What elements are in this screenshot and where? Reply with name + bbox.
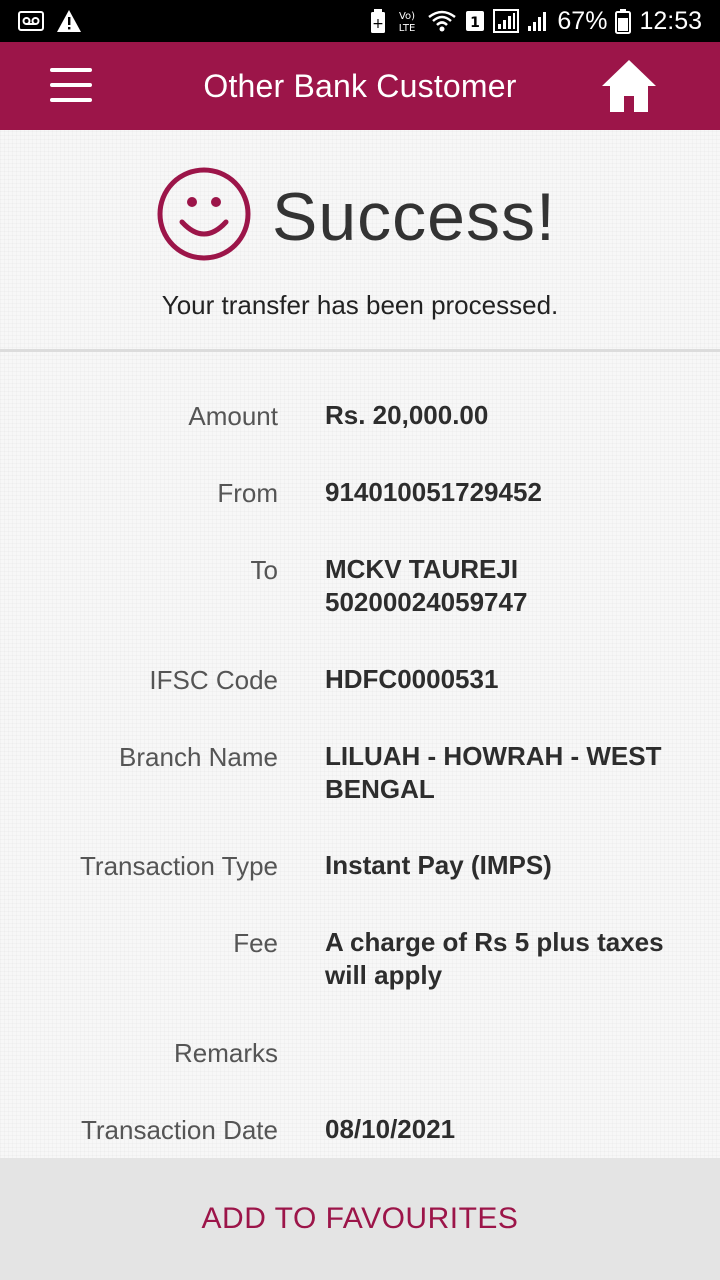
svg-text:LTE: LTE: [399, 23, 416, 34]
detail-value: A charge of Rs 5 plus taxes will apply: [325, 927, 664, 990]
battery-saver-icon: +: [369, 8, 387, 34]
clock: 12:53: [639, 6, 702, 35]
home-icon[interactable]: [600, 58, 658, 114]
detail-value: Instant Pay (IMPS): [325, 850, 552, 880]
detail-label: From: [217, 478, 278, 508]
detail-value: Rs. 20,000.00: [325, 400, 489, 430]
wifi-icon: [427, 9, 457, 33]
hamburger-menu-icon[interactable]: [50, 68, 92, 104]
success-header: Success! Your transfer has been processe…: [0, 130, 720, 350]
sim1-icon: 1: [465, 9, 485, 33]
detail-value: 08/10/2021: [325, 1114, 456, 1144]
voicemail-icon: [18, 10, 44, 32]
detail-label: Branch Name: [119, 742, 278, 772]
svg-text:1: 1: [471, 15, 481, 31]
signal-icon: [493, 9, 520, 33]
svg-text:+: +: [373, 16, 385, 32]
warning-icon: [56, 9, 82, 33]
detail-label: Transaction Type: [80, 851, 278, 881]
add-to-favourites-label: ADD TO FAVOURITES: [201, 1202, 519, 1235]
detail-value: 914010051729452: [325, 477, 542, 507]
detail-label: To: [250, 555, 278, 585]
svg-text:Vo): Vo): [399, 11, 415, 22]
add-to-favourites-button[interactable]: ADD TO FAVOURITES: [0, 1158, 720, 1280]
divider: [0, 349, 720, 352]
success-message: Your transfer has been processed.: [161, 290, 559, 320]
volte-icon: Vo) LTE: [395, 8, 419, 34]
battery-percent: 67%: [557, 6, 608, 35]
detail-label: Remarks: [173, 1038, 278, 1068]
detail-label: Fee: [233, 928, 278, 958]
app-bar: Other Bank Customer: [0, 42, 720, 130]
status-bar: + Vo) LTE 1 67% 12:53: [0, 0, 720, 42]
detail-label: IFSC Code: [149, 665, 278, 695]
success-title: Success!: [272, 179, 556, 255]
detail-value: LILUAH - HOWRAH - WEST BENGAL: [325, 741, 662, 804]
battery-icon: [615, 8, 632, 34]
detail-label: Amount: [188, 401, 278, 431]
signal-2-icon: [527, 9, 549, 33]
detail-label: Transaction Date: [80, 1115, 278, 1145]
detail-value: MCKV TAUREJI 50200024059747: [325, 554, 528, 617]
smiley-face-icon: [156, 166, 252, 267]
detail-value: HDFC0000531: [325, 664, 499, 694]
